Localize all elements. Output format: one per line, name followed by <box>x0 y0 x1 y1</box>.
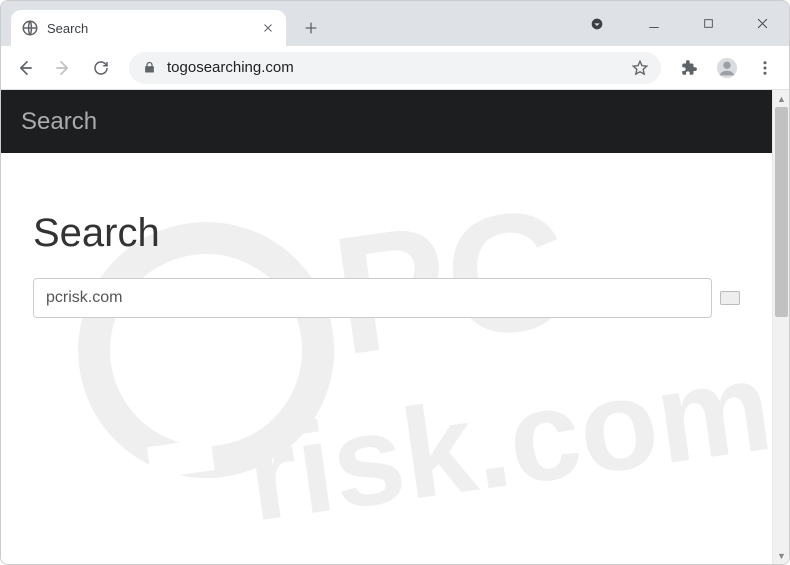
tab-title: Search <box>47 21 252 36</box>
search-input[interactable] <box>33 278 712 318</box>
back-button[interactable] <box>9 52 41 84</box>
new-tab-button[interactable] <box>296 13 326 43</box>
search-submit-button[interactable] <box>720 291 740 305</box>
scroll-up-icon[interactable]: ▲ <box>773 90 789 107</box>
vertical-scrollbar[interactable]: ▲ ▼ <box>772 90 789 564</box>
page-heading: Search <box>33 211 740 256</box>
bookmark-star-icon[interactable] <box>631 59 649 77</box>
menu-button[interactable] <box>749 52 781 84</box>
scroll-down-icon[interactable]: ▼ <box>773 547 789 564</box>
window-controls <box>567 1 789 46</box>
titlebar: Search <box>1 1 789 46</box>
extensions-button[interactable] <box>673 52 705 84</box>
profile-button[interactable] <box>711 52 743 84</box>
globe-icon <box>21 19 39 37</box>
url-text: togosearching.com <box>167 59 621 76</box>
viewport: PC risk.com Search Search ▲ ▼ <box>1 90 789 564</box>
tab-search-icon[interactable] <box>567 16 627 32</box>
close-icon[interactable] <box>260 20 276 36</box>
close-window-button[interactable] <box>735 1 789 46</box>
search-row <box>33 278 740 318</box>
lock-icon <box>141 60 157 76</box>
toolbar: togosearching.com <box>1 46 789 90</box>
browser-window: Search <box>0 0 790 565</box>
address-bar[interactable]: togosearching.com <box>129 52 661 84</box>
forward-button[interactable] <box>47 52 79 84</box>
reload-button[interactable] <box>85 52 117 84</box>
minimize-button[interactable] <box>627 1 681 46</box>
page-header: Search <box>1 90 772 153</box>
header-title: Search <box>21 108 97 136</box>
page-content: Search Search <box>1 90 772 564</box>
scroll-thumb[interactable] <box>775 107 788 317</box>
maximize-button[interactable] <box>681 1 735 46</box>
browser-tab[interactable]: Search <box>11 10 286 46</box>
main-area: Search <box>1 153 772 318</box>
